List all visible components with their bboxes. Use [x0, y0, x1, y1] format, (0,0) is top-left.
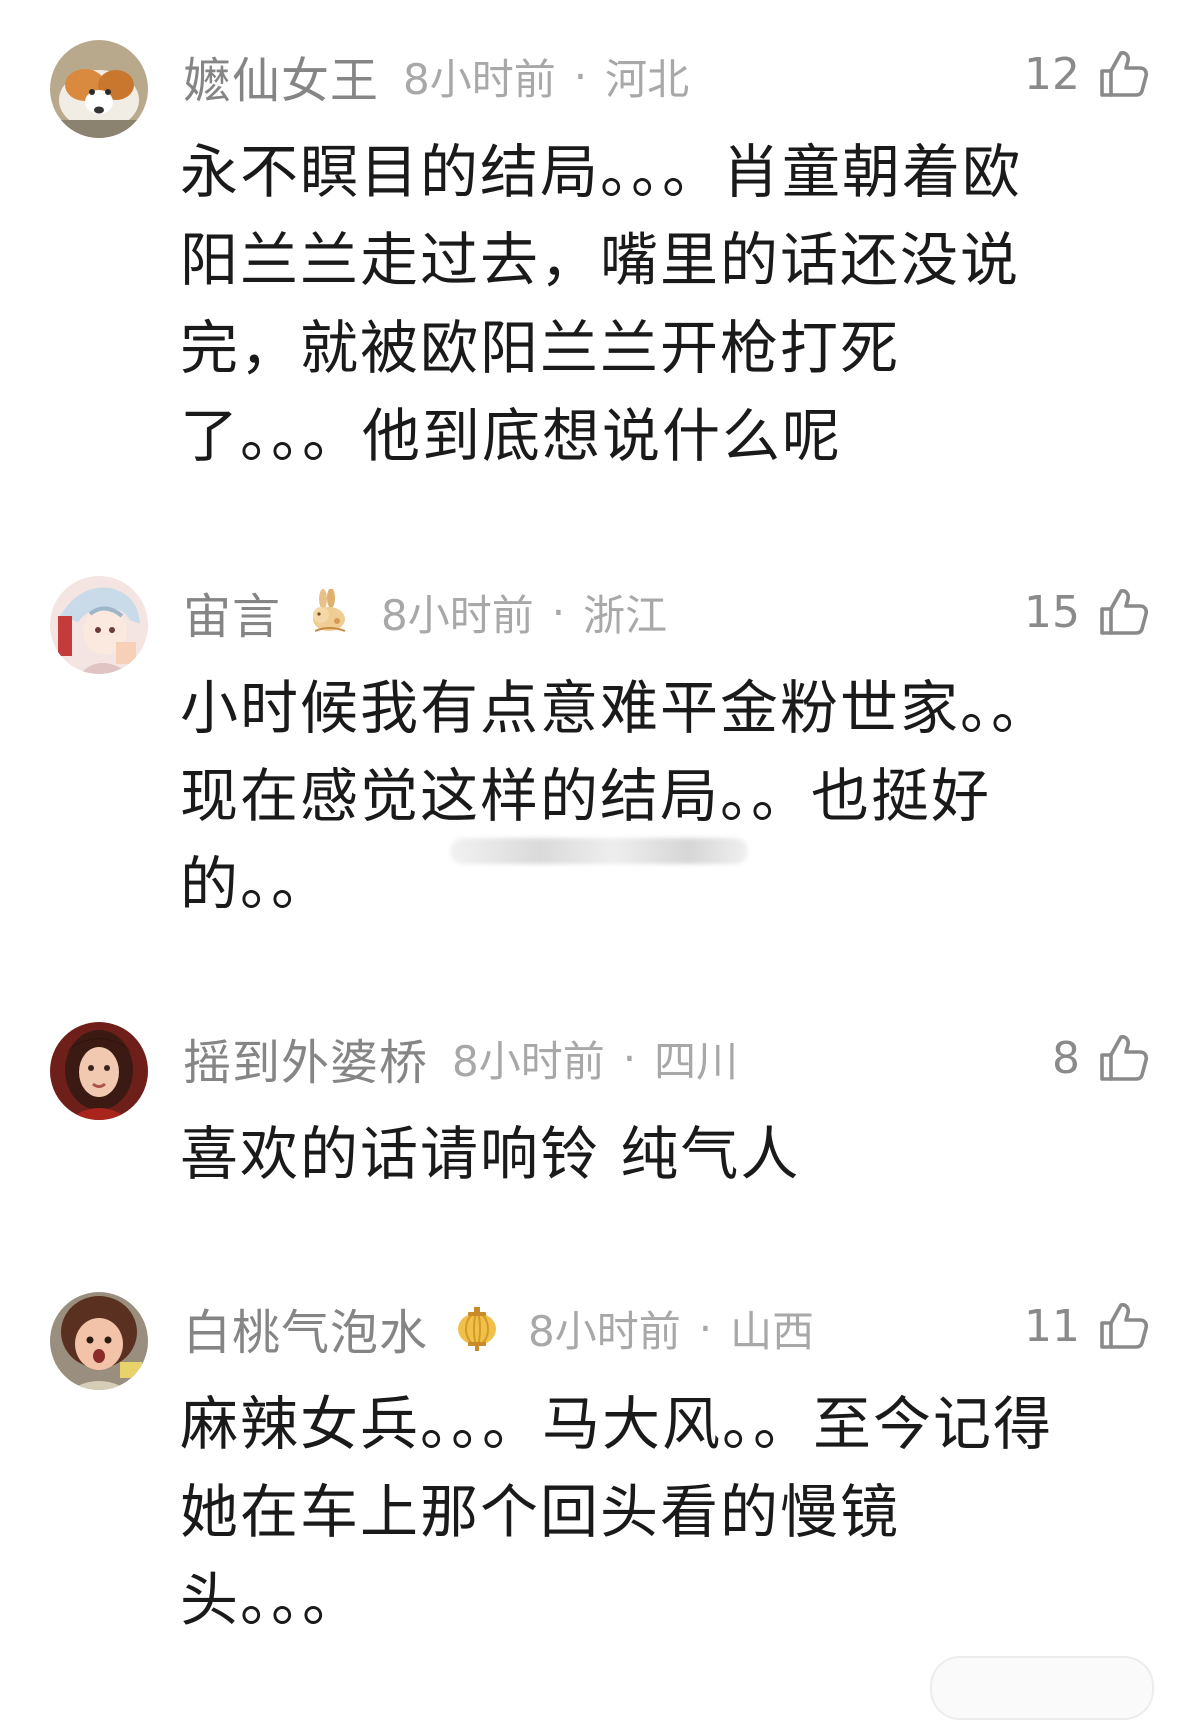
like-button[interactable]: 11 [1024, 1294, 1150, 1358]
corgi-dog-avatar [50, 40, 148, 138]
comment-meta: 摇到外婆桥 8小时前 · 四川 [183, 1023, 739, 1093]
like-count: 8 [1052, 1032, 1080, 1084]
avatar[interactable] [50, 1022, 148, 1120]
anime-character-avatar [50, 576, 148, 674]
comment-text: 永不瞑目的结局。。。肖童朝着欧阳兰兰走过去，嘴里的话还没说完，就被欧阳兰兰开枪打… [180, 138, 1023, 470]
timestamp: 8小时前 [403, 54, 556, 104]
comment-text: 麻辣女兵。。。马大风。。至今记得她在车上那个回头看的慢镜头。。。 [180, 1390, 1054, 1634]
username[interactable]: 宙言 [183, 577, 281, 647]
child-photo-avatar [50, 1292, 148, 1390]
timestamp: 8小时前 [381, 590, 534, 640]
thumbs-up-outline-icon [1100, 51, 1149, 97]
separator-dot: · [573, 51, 588, 101]
watermark-blur [450, 838, 748, 864]
like-button[interactable]: 15 [1024, 580, 1150, 644]
separator-dot: · [551, 587, 566, 637]
comment-text: 喜欢的话请响铃 纯气人 [180, 1120, 801, 1188]
thumbs-up-outline-icon [1100, 589, 1149, 635]
separator-dot: · [698, 1303, 713, 1353]
username[interactable]: 嬷仙女王 [183, 41, 379, 111]
girl-portrait-avatar [50, 1022, 148, 1120]
timestamp: 8小时前 [452, 1036, 605, 1086]
username[interactable]: 摇到外婆桥 [183, 1023, 428, 1093]
timestamp: 8小时前 [528, 1306, 681, 1356]
comment-text: 小时候我有点意难平金粉世家。。现在感觉这样的结局。。也挺好的。。 [180, 674, 1052, 918]
separator-dot: · [622, 1033, 637, 1083]
location: 山西 [730, 1306, 815, 1356]
like-button[interactable]: 12 [1024, 42, 1150, 106]
avatar[interactable] [50, 1292, 148, 1390]
like-count: 12 [1024, 48, 1080, 100]
location: 河北 [605, 54, 690, 104]
like-count: 15 [1024, 586, 1080, 638]
comment-meta: 嬷仙女王 8小时前 · 河北 [183, 41, 690, 111]
username[interactable]: 白桃气泡水 [183, 1293, 428, 1363]
rabbit-badge-icon [313, 589, 346, 632]
avatar[interactable] [50, 40, 148, 138]
thumbs-up-outline-icon [1100, 1035, 1149, 1081]
avatar[interactable] [50, 576, 148, 674]
thumbs-up-outline-icon [1100, 1303, 1149, 1349]
like-count: 11 [1024, 1300, 1080, 1352]
like-button[interactable]: 8 [1052, 1026, 1150, 1090]
lantern-badge-icon [458, 1307, 497, 1351]
location: 浙江 [583, 590, 668, 640]
floating-action-bar[interactable] [930, 1656, 1154, 1720]
comment-meta: 宙言 8小时前 · 浙江 [183, 577, 668, 647]
comment-meta: 白桃气泡水 8小时前 · 山西 [183, 1293, 815, 1363]
location: 四川 [654, 1036, 739, 1086]
